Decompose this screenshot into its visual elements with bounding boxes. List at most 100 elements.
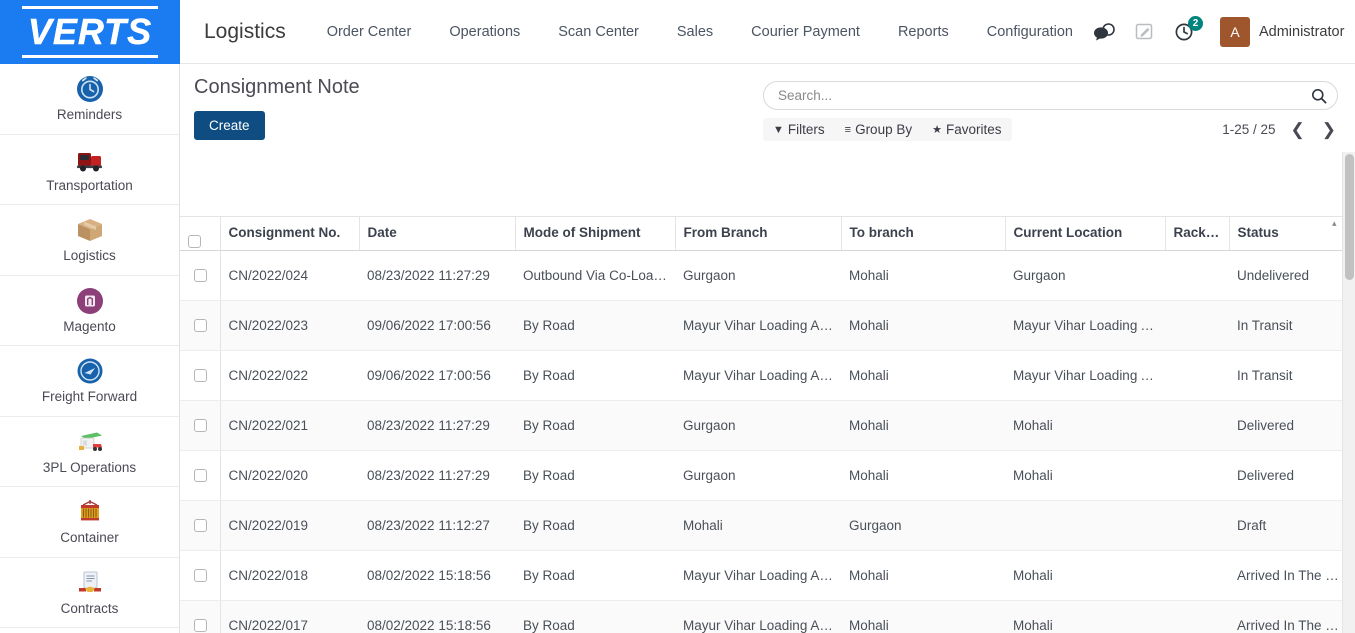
table-row[interactable]: CN/2022/021 08/23/2022 11:27:29 By Road Gur… <box>180 400 1348 451</box>
row-checkbox[interactable] <box>194 569 208 583</box>
row-checkbox[interactable] <box>194 369 208 383</box>
menu-item-configuration[interactable]: Configuration <box>968 0 1092 64</box>
table-row[interactable]: CN/2022/017 08/02/2022 15:18:56 By Road May… <box>180 600 1348 633</box>
row-select-cell[interactable] <box>180 500 221 551</box>
table-row[interactable]: CN/2022/020 08/23/2022 11:27:29 By Road Gur… <box>180 450 1348 501</box>
system-tray: 2 A Administrator <box>1092 0 1355 63</box>
sidebar-item-3pl-operations[interactable]: 3PL Operations <box>0 417 179 487</box>
row-checkbox[interactable] <box>194 619 208 633</box>
row-checkbox[interactable] <box>194 469 208 483</box>
menu-item-sales[interactable]: Sales <box>658 0 732 64</box>
table-header: Consignment No. Date Mode of Shipment Fr… <box>180 217 1349 251</box>
row-checkbox[interactable] <box>194 419 208 433</box>
row-select-cell[interactable] <box>180 600 221 633</box>
row-checkbox[interactable] <box>194 269 208 283</box>
cell-current-location: Mohali <box>1005 400 1165 451</box>
cell-consignment-no: CN/2022/020 <box>220 450 359 501</box>
cell-rack <box>1165 450 1229 501</box>
search-box[interactable] <box>763 81 1338 110</box>
cell-date: 08/02/2022 15:18:56 <box>359 550 515 601</box>
column-header-date[interactable]: Date <box>359 217 516 251</box>
cell-to-branch: Mohali <box>841 250 1005 301</box>
menu-item-operations[interactable]: Operations <box>430 0 539 64</box>
favorites-label: Favorites <box>945 122 1002 137</box>
row-checkbox[interactable] <box>194 319 208 333</box>
clock-icon[interactable]: 2 <box>1172 15 1203 44</box>
menu-item-order-center[interactable]: Order Center <box>308 0 431 64</box>
sidebar-item-contracts[interactable]: Contracts <box>0 558 179 628</box>
cell-consignment-no: CN/2022/022 <box>220 350 359 401</box>
cell-status: In Transit <box>1229 350 1348 401</box>
row-select-cell[interactable] <box>180 300 221 351</box>
sidebar-item-label: Logistics <box>63 248 116 264</box>
cell-to-branch: Mohali <box>841 400 1005 451</box>
column-header-current-location[interactable]: Current Location <box>1005 217 1166 251</box>
chat-bubbles-icon[interactable] <box>1092 20 1118 44</box>
previous-page-button[interactable]: ❮ <box>1289 121 1307 138</box>
sidebar-item-reminders[interactable]: Reminders <box>0 64 179 135</box>
sidebar-item-freight-forward[interactable]: Freight Forward <box>0 346 179 417</box>
column-header-rack[interactable]: Rack… <box>1165 217 1230 251</box>
sidebar-item-label: Reminders <box>56 107 123 123</box>
table-row[interactable]: CN/2022/023 09/06/2022 17:00:56 By Road May… <box>180 300 1348 351</box>
sidebar-item-logistics[interactable]: Logistics <box>0 205 179 276</box>
cell-from-branch: Gurgaon <box>675 400 841 451</box>
row-checkbox[interactable] <box>194 519 208 533</box>
sidebar-item-label: Contracts <box>60 600 119 616</box>
select-all-checkbox[interactable] <box>188 235 201 248</box>
pagination: 1-25 / 25 ❮ ❯ <box>1222 121 1338 138</box>
column-header-mode-of-shipment[interactable]: Mode of Shipment <box>515 217 676 251</box>
column-header-to-branch[interactable]: To branch <box>841 217 1006 251</box>
sidebar-item-transportation[interactable]: Transportation <box>0 135 179 205</box>
verts-logo: VERTS <box>21 6 159 58</box>
cell-from-branch: Mohali <box>675 500 841 551</box>
cell-consignment-no: CN/2022/017 <box>220 600 359 633</box>
package-box-icon <box>75 215 105 245</box>
cell-current-location: Gurgaon <box>1005 250 1165 301</box>
table-row[interactable]: CN/2022/022 09/06/2022 17:00:56 By Road May… <box>180 350 1348 401</box>
next-page-button[interactable]: ❯ <box>1320 121 1338 138</box>
row-select-cell[interactable] <box>180 450 221 501</box>
cell-rack <box>1165 250 1229 301</box>
search-icon[interactable] <box>1311 88 1327 104</box>
cell-rack <box>1165 600 1229 633</box>
menu-item-courier-payment[interactable]: Courier Payment <box>732 0 879 64</box>
user-menu[interactable]: A Administrator <box>1219 16 1344 47</box>
row-select-cell[interactable] <box>180 350 221 401</box>
menu-item-reports[interactable]: Reports <box>879 0 968 64</box>
cell-consignment-no: CN/2022/021 <box>220 400 359 451</box>
table-row[interactable]: CN/2022/024 08/23/2022 11:27:29 Outbound V… <box>180 250 1348 301</box>
cell-from-branch: Gurgaon <box>675 450 841 501</box>
sidebar-item-magento[interactable]: Magento <box>0 276 179 346</box>
search-area <box>763 81 1338 110</box>
row-select-cell[interactable] <box>180 550 221 601</box>
cell-date: 08/02/2022 15:18:56 <box>359 600 515 633</box>
pagination-range[interactable]: 1-25 / 25 <box>1222 122 1275 137</box>
table-row[interactable]: CN/2022/019 08/23/2022 11:12:27 By Road Moh… <box>180 500 1348 551</box>
create-button[interactable]: Create <box>194 111 265 140</box>
row-select-cell[interactable] <box>180 250 221 301</box>
activity-badge: 2 <box>1187 15 1203 31</box>
filters-button[interactable]: ▼ Filters <box>763 118 835 141</box>
filters-label: Filters <box>787 122 825 137</box>
vertical-scrollbar[interactable] <box>1342 152 1355 633</box>
column-header-consignment-no[interactable]: Consignment No. <box>220 217 360 251</box>
table-row[interactable]: CN/2022/018 08/02/2022 15:18:56 By Road May… <box>180 550 1348 601</box>
pencil-square-icon[interactable] <box>1132 20 1158 44</box>
favorites-button[interactable]: ★ Favorites <box>922 118 1011 141</box>
sidebar-item-container[interactable]: Container <box>0 487 179 558</box>
cell-mode-of-shipment: By Road <box>515 300 675 351</box>
menu-item-scan-center[interactable]: Scan Center <box>539 0 658 64</box>
select-all-header[interactable] <box>180 217 221 251</box>
search-input[interactable] <box>778 88 1311 103</box>
vertical-scrollbar-thumb[interactable] <box>1345 154 1354 280</box>
column-header-status[interactable]: Status <box>1229 217 1349 251</box>
alarm-clock-icon <box>75 74 105 104</box>
column-header-from-branch[interactable]: From Branch <box>675 217 842 251</box>
cell-from-branch: Gurgaon <box>675 250 841 301</box>
row-select-cell[interactable] <box>180 400 221 451</box>
group-by-button[interactable]: ≡ Group By <box>835 118 922 141</box>
main-menu: Order Center Operations Scan Center Sale… <box>308 0 1092 63</box>
brand-logo-block[interactable]: VERTS <box>0 0 180 64</box>
cell-current-location: Mohali <box>1005 550 1165 601</box>
